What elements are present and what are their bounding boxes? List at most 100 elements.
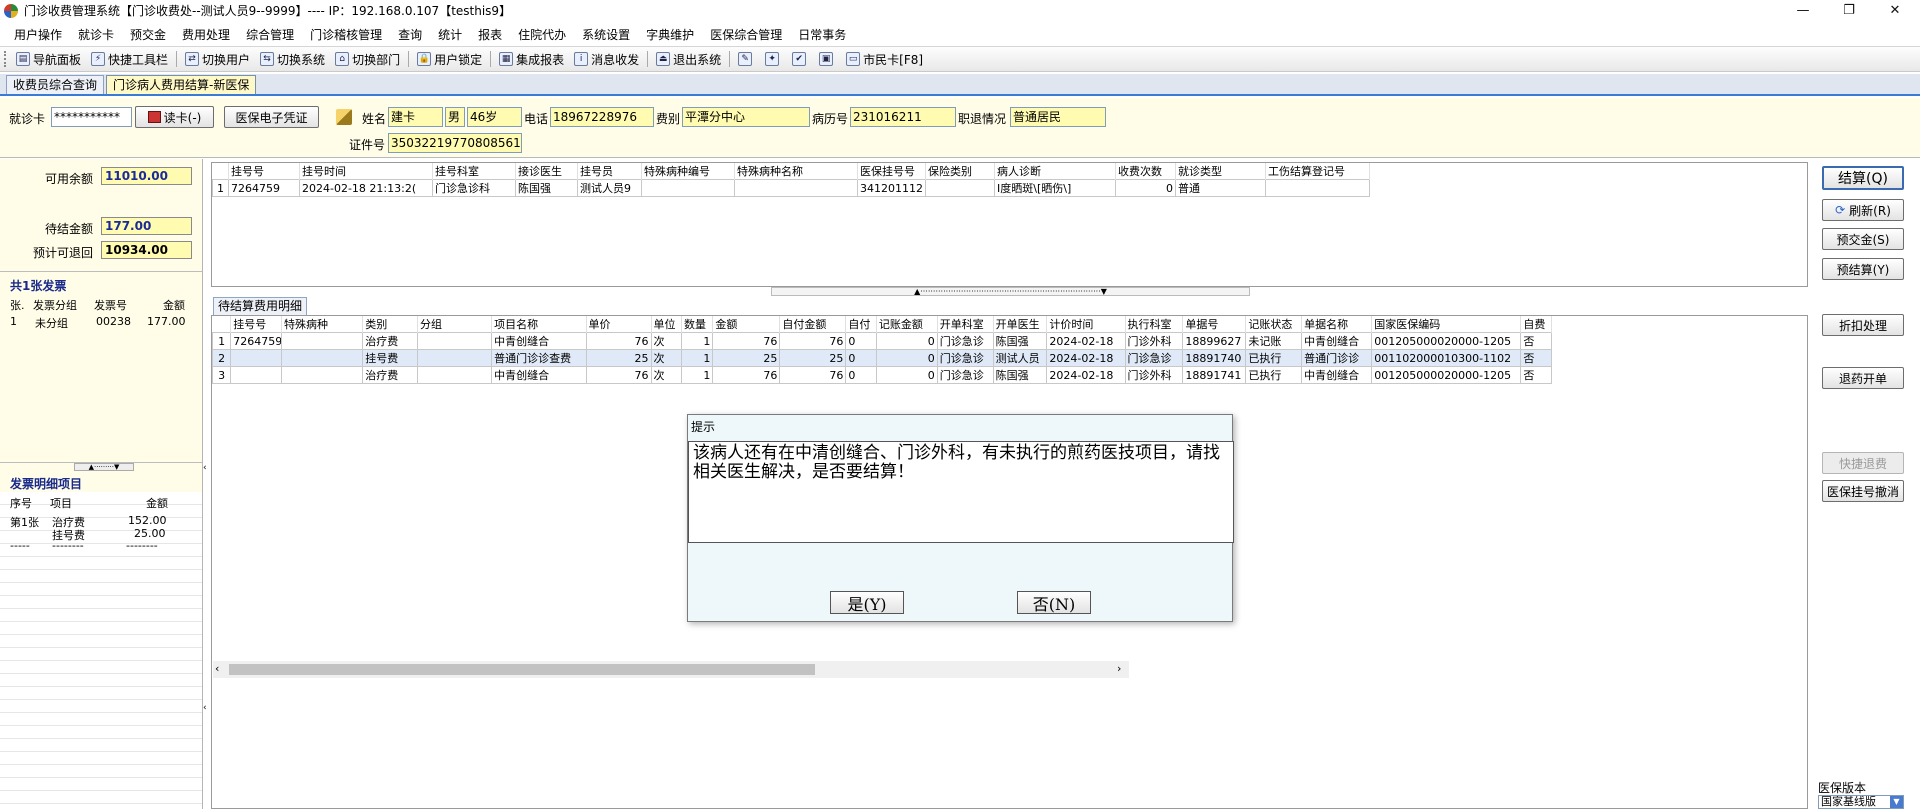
table-row[interactable]: 1 7264759 治疗费 中青创缝合 76 次 1 76 76 0 0 门诊急… — [211, 332, 1552, 350]
tab-settlement[interactable]: 门诊病人费用结算-新医保 — [106, 75, 257, 94]
refresh-button[interactable]: ⟳ 刷新(R) — [1822, 199, 1904, 221]
record-number-field[interactable]: 231016211 — [850, 107, 956, 127]
col-order-dept[interactable]: 开单科室 — [937, 316, 994, 333]
invoice-row-number[interactable]: 00238 — [96, 315, 131, 328]
col-visit-type[interactable]: 就诊类型 — [1175, 163, 1266, 180]
return-drug-button[interactable]: 退药开单 — [1822, 367, 1904, 389]
col-order-doctor[interactable]: 开单医生 — [993, 316, 1048, 333]
menu-general[interactable]: 综合管理 — [238, 26, 302, 43]
integrated-report-button[interactable]: ▦ 集成报表 — [494, 51, 569, 68]
maximize-button[interactable]: ❐ — [1826, 0, 1872, 21]
insurance-voucher-button[interactable]: 医保电子凭证 — [224, 106, 319, 128]
menu-stats[interactable]: 统计 — [430, 26, 470, 43]
message-button[interactable]: i 消息收发 — [569, 51, 644, 68]
col-special-code[interactable]: 特殊病种编号 — [641, 163, 735, 180]
phone-field[interactable]: 18967228976 — [550, 107, 654, 127]
col-category[interactable]: 类别 — [362, 316, 419, 333]
col-special-name[interactable]: 特殊病种名称 — [734, 163, 858, 180]
award-tool-button[interactable]: ✦ — [760, 52, 787, 66]
menu-settings[interactable]: 系统设置 — [574, 26, 638, 43]
col-self-paid[interactable]: 自费 — [1520, 316, 1552, 333]
scroll-right-icon[interactable]: › — [1117, 662, 1121, 675]
menu-fee[interactable]: 费用处理 — [174, 26, 238, 43]
collapse-left-icon[interactable]: ‹ — [203, 703, 207, 713]
col-price-time[interactable]: 计价时间 — [1046, 316, 1126, 333]
col-doctor[interactable]: 接诊医生 — [515, 163, 578, 180]
tab-cashier-query[interactable]: 收费员综合查询 — [6, 75, 105, 94]
menu-prepay[interactable]: 预交金 — [122, 26, 174, 43]
switch-system-button[interactable]: ⇆ 切换系统 — [255, 51, 330, 68]
quick-toolbar-button[interactable]: ⚡ 快捷工具栏 — [86, 51, 173, 68]
settle-button[interactable]: 结算(Q) — [1822, 166, 1904, 190]
col-amount[interactable]: 金额 — [712, 316, 781, 333]
yes-button[interactable]: 是(Y) — [830, 591, 904, 614]
cancel-insurance-reg-button[interactable]: 医保挂号撤消 — [1822, 480, 1904, 502]
insurance-version-select[interactable]: 国家基线版 ▼ — [1818, 795, 1904, 809]
citizen-card-button[interactable]: ▭ 市民卡[F8] — [841, 51, 928, 68]
menu-audit[interactable]: 门诊稽核管理 — [302, 26, 390, 43]
col-national-code[interactable]: 国家医保编码 — [1371, 316, 1522, 333]
chevron-down-icon[interactable]: ▼ — [1890, 796, 1903, 808]
id-number-field[interactable]: 350322197708085610 — [388, 133, 522, 153]
check-tool-button[interactable]: ✔ — [787, 52, 814, 66]
exit-button[interactable]: ⏏ 退出系统 — [651, 51, 726, 68]
pre-settle-button[interactable]: 预结算(Y) — [1822, 258, 1904, 280]
col-diagnosis[interactable]: 病人诊断 — [994, 163, 1116, 180]
tab-pending-detail[interactable]: 待结算费用明细 — [213, 297, 308, 315]
col-quantity[interactable]: 数量 — [681, 316, 714, 333]
no-button[interactable]: 否(N) — [1017, 591, 1091, 614]
nav-panel-button[interactable]: ▤ 导航面板 — [11, 51, 86, 68]
col-charge-count[interactable]: 收费次数 — [1115, 163, 1176, 180]
name-field[interactable]: 建卡 — [388, 107, 443, 127]
job-status-field[interactable]: 普通居民 — [1010, 107, 1106, 127]
col-insurance-type[interactable]: 保险类别 — [925, 163, 995, 180]
quick-refund-button[interactable]: 快捷退费 — [1822, 452, 1904, 474]
table-row[interactable]: 3 治疗费 中青创缝合 76 次 1 76 76 0 0 门诊急诊 陈国强 20… — [211, 366, 1552, 384]
menu-dictionary[interactable]: 字典维护 — [638, 26, 702, 43]
document-tool-button[interactable]: ▣ — [814, 52, 841, 66]
table-splitter[interactable]: ▲·······································… — [771, 287, 1250, 296]
col-injury-no[interactable]: 工伤结算登记号 — [1265, 163, 1370, 180]
menu-inpatient[interactable]: 住院代办 — [510, 26, 574, 43]
switch-dept-button[interactable]: ⌂ 切换部门 — [330, 51, 405, 68]
read-card-button[interactable]: 读卡(-) — [135, 106, 214, 128]
prepay-button[interactable]: 预交金(S) — [1822, 228, 1904, 250]
card-number-field[interactable]: *********** — [51, 107, 132, 127]
col-reg-no[interactable]: 挂号号 — [230, 316, 283, 333]
col-exec-dept[interactable]: 执行科室 — [1125, 316, 1184, 333]
col-registrar[interactable]: 挂号员 — [577, 163, 642, 180]
menu-card[interactable]: 就诊卡 — [70, 26, 122, 43]
edit-tool-button[interactable]: ✎ — [733, 52, 760, 66]
col-item-name[interactable]: 项目名称 — [491, 316, 587, 333]
col-account-amount[interactable]: 记账金额 — [876, 316, 938, 333]
col-doc-name[interactable]: 单据名称 — [1301, 316, 1373, 333]
col-reg-no[interactable]: 挂号号 — [228, 163, 300, 180]
invoice-row-index[interactable]: 1 — [10, 315, 17, 328]
col-reg-time[interactable]: 挂号时间 — [299, 163, 433, 180]
menu-user-ops[interactable]: 用户操作 — [6, 26, 70, 43]
toolbar-grip[interactable] — [4, 51, 7, 67]
menu-report[interactable]: 报表 — [470, 26, 510, 43]
horizontal-scrollbar[interactable]: ‹ › — [213, 661, 1129, 678]
table-row[interactable]: 2 挂号费 普通门诊诊查费 25 次 1 25 25 0 0 门诊急诊 测试人员… — [211, 349, 1552, 367]
menu-daily[interactable]: 日常事务 — [790, 26, 854, 43]
invoice-row-group[interactable]: 未分组 — [35, 315, 68, 331]
panel-splitter[interactable]: ▲·········▼ — [74, 463, 134, 471]
col-self-pay[interactable]: 自付 — [845, 316, 877, 333]
fee-type-field[interactable]: 平潭分中心 — [682, 107, 810, 127]
minimize-button[interactable]: — — [1780, 0, 1826, 21]
gender-field[interactable]: 男 — [445, 107, 465, 127]
menu-insurance[interactable]: 医保综合管理 — [702, 26, 790, 43]
discount-button[interactable]: 折扣处理 — [1822, 314, 1904, 336]
scrollbar-thumb[interactable] — [229, 664, 815, 675]
col-special-disease[interactable]: 特殊病种 — [281, 316, 364, 333]
col-reg-dept[interactable]: 挂号科室 — [432, 163, 516, 180]
col-doc-no[interactable]: 单据号 — [1182, 316, 1247, 333]
col-group[interactable]: 分组 — [417, 316, 493, 333]
col-account-status[interactable]: 记账状态 — [1245, 316, 1303, 333]
table-row[interactable]: 1 7264759 2024-02-18 21:13:2( 门诊急诊科 陈国强 … — [212, 179, 1370, 197]
scroll-left-icon[interactable]: ‹ — [215, 662, 219, 675]
switch-user-button[interactable]: ⇄ 切换用户 — [180, 51, 255, 68]
collapse-left-icon[interactable]: ‹ — [203, 463, 207, 473]
user-lock-button[interactable]: 🔒 用户锁定 — [412, 51, 487, 68]
